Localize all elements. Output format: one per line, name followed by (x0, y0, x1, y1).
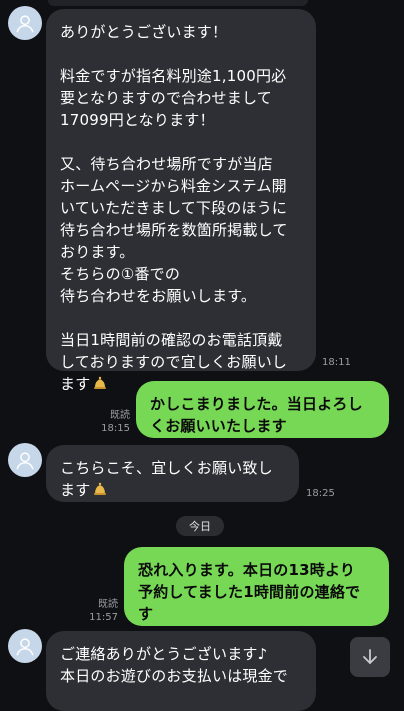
chevron-down-icon (363, 649, 377, 664)
message-text: 又、待ち合わせ場所ですが当店 (60, 155, 273, 173)
message-text: いていただきまして下段のほうに (60, 199, 288, 217)
person-silhouette-icon (16, 452, 34, 470)
person-silhouette-icon (16, 638, 34, 656)
message-timestamp: 11:57 (89, 612, 118, 623)
date-divider: 今日 (176, 516, 224, 536)
message-text: 当日1時間前の確認のお電話頂戴 (60, 331, 283, 349)
message-text: おります。 (60, 243, 135, 261)
message-text: す (138, 605, 154, 623)
message-text: 要となりますので合わせまして (60, 89, 272, 107)
incoming-message-bubble[interactable]: こちらこそ、宜しくお願い致し ます (46, 445, 299, 502)
message-text: そちらの①番での (60, 265, 181, 283)
message-text: ます (60, 375, 91, 393)
contact-avatar[interactable] (8, 629, 42, 663)
message-timestamp: 18:25 (306, 488, 335, 499)
message-text: 待ち合わせをお願いします。 (60, 287, 257, 305)
message-text: こちらこそ、宜しくお願い致し (60, 459, 273, 477)
message-text: 本日のお遊びのお支払いは現金で (60, 667, 289, 685)
message-text: 待ち合わせ場所を数箇所掲載して (60, 221, 288, 239)
contact-avatar[interactable] (8, 443, 42, 477)
read-receipt: 既読 (110, 410, 130, 421)
previous-message-edge (48, 0, 308, 6)
message-text: ホームページから料金システム開 (60, 177, 287, 195)
message-text: 17099円となります！ (60, 111, 215, 129)
message-text: 恐れ入ります。本日の13時より (138, 561, 356, 579)
bell-emoji-icon (92, 481, 108, 503)
outgoing-message-bubble[interactable]: かしこまりました。当日よろし くお願いいたします (136, 381, 389, 438)
message-text: ありがとうございます！ (60, 23, 228, 41)
incoming-message-bubble[interactable]: ありがとうございます！ 料金ですが指名料別途1,100円必 要となりますので合わ… (46, 9, 316, 393)
message-text: ご連絡ありがとうございます♪ (60, 645, 268, 663)
bell-emoji-icon (92, 375, 108, 397)
message-text: しておりますので宜しくお願いし (60, 353, 288, 371)
message-timestamp: 18:11 (322, 357, 351, 368)
message-text: くお願いいたします (150, 417, 287, 435)
scroll-to-bottom-button[interactable] (350, 637, 390, 677)
message-text: ます (60, 481, 91, 499)
outgoing-message-bubble[interactable]: 恐れ入ります。本日の13時より 予約してました1時間前の連絡で す (124, 547, 389, 626)
person-silhouette-icon (16, 15, 34, 33)
incoming-message-bubble[interactable]: ご連絡ありがとうございます♪ 本日のお遊びのお支払いは現金で (46, 631, 316, 711)
message-text: 料金ですが指名料別途1,100円必 (60, 67, 287, 85)
contact-avatar[interactable] (8, 6, 42, 40)
message-timestamp: 18:15 (101, 423, 130, 434)
read-receipt: 既読 (98, 599, 118, 610)
message-text: 予約してました1時間前の連絡で (138, 583, 361, 601)
message-text: かしこまりました。当日よろし (150, 395, 363, 413)
